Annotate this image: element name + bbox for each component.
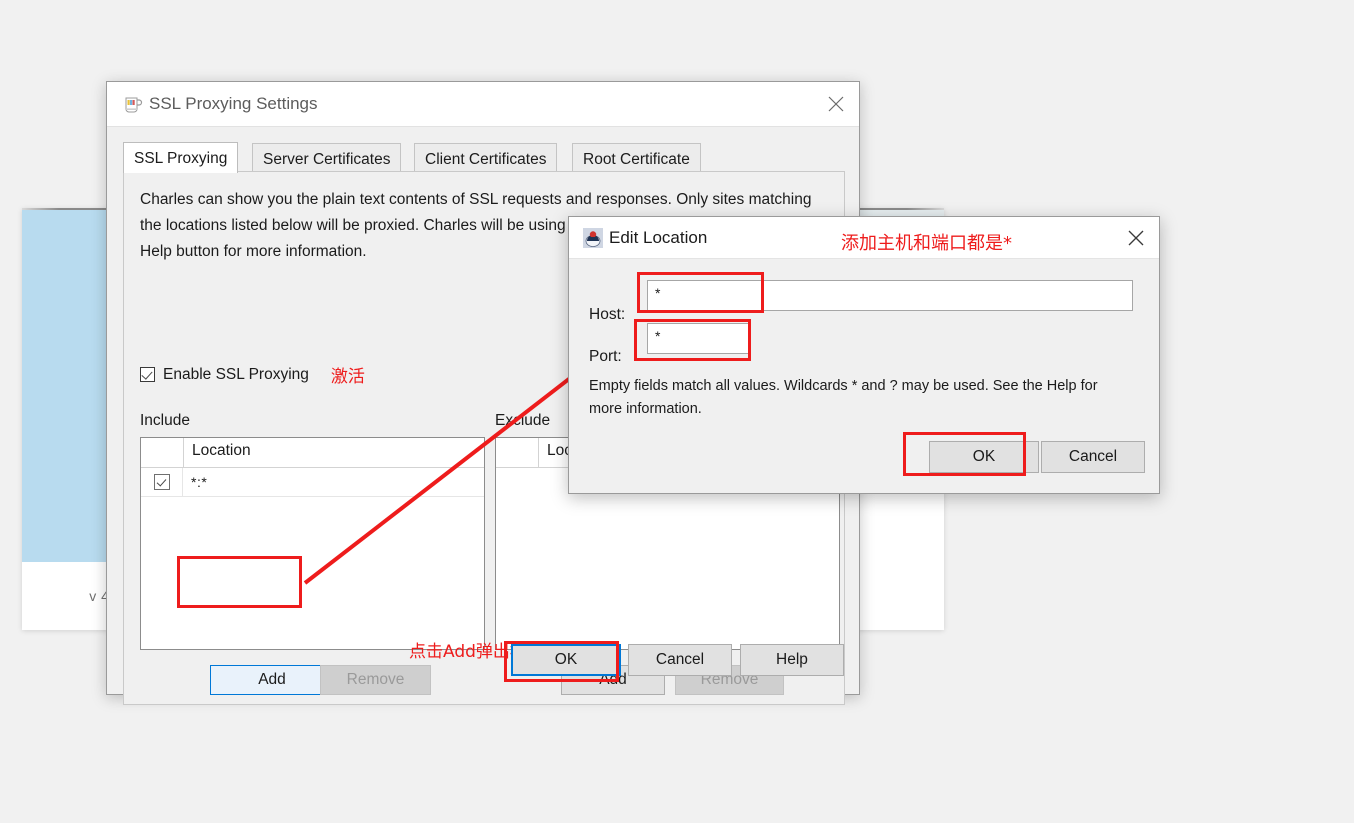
window-title-text: SSL Proxying Settings	[149, 94, 318, 113]
tab-label: Root Certificate	[583, 151, 690, 168]
host-input[interactable]: *	[647, 280, 1133, 311]
tab-root-certificate[interactable]: Root Certificate	[572, 143, 701, 172]
tab-ssl-proxying[interactable]: SSL Proxying	[123, 142, 239, 173]
include-row-checkbox[interactable]	[153, 474, 170, 490]
include-row-checkbox-cell[interactable]	[141, 468, 183, 496]
port-input[interactable]: *	[647, 323, 751, 354]
charles-cup-icon	[122, 94, 143, 115]
help-label: Help	[776, 651, 808, 668]
cancel-label: Cancel	[655, 651, 705, 668]
screenshot-root: ◄ v 4.6.2 SSL Proxying Settings	[0, 0, 1354, 823]
cancel-button[interactable]: Cancel	[628, 644, 732, 676]
java-duke-icon	[583, 228, 603, 248]
enable-ssl-proxying-checkbox[interactable]	[140, 367, 155, 382]
port-label: Port:	[589, 348, 622, 365]
include-remove-button: Remove	[320, 665, 431, 695]
ok-button[interactable]: OK	[511, 644, 621, 676]
edit-location-dialog: Edit Location 添加主机和端口都是* Host: * Port: *…	[568, 216, 1160, 494]
tab-strip: SSL Proxying Server Certificates Client …	[123, 142, 845, 173]
annotation-enable-activate: 激活	[330, 367, 365, 387]
window-title-bar: SSL Proxying Settings	[107, 82, 859, 127]
include-header-check-col	[141, 438, 184, 467]
tab-label: Server Certificates	[263, 151, 391, 168]
enable-ssl-proxying-row[interactable]: Enable SSL Proxying 激活	[140, 362, 365, 387]
include-header-location: Location	[192, 442, 251, 459]
host-input-value: *	[655, 285, 661, 301]
include-location-list[interactable]: Location *:*	[140, 437, 485, 650]
exclude-section-label: Exclude	[495, 412, 551, 429]
close-icon	[1128, 230, 1144, 246]
exclude-header-check-col	[496, 438, 539, 467]
dialog-close-button[interactable]	[1113, 217, 1159, 258]
ok-label: OK	[554, 651, 578, 668]
dialog-title-text: Edit Location	[609, 228, 708, 247]
tab-client-certificates[interactable]: Client Certificates	[414, 143, 558, 172]
annotation-host-port: 添加主机和端口都是*	[841, 233, 1012, 254]
include-list-header: Location	[141, 438, 484, 468]
dialog-help-text: Empty fields match all values. Wildcards…	[589, 378, 1098, 417]
close-icon	[828, 96, 844, 112]
include-row-location: *:*	[191, 474, 208, 490]
include-add-label: Add	[258, 671, 286, 688]
dialog-cancel-label: Cancel	[1068, 448, 1118, 465]
port-input-value: *	[655, 328, 661, 344]
window-close-button[interactable]	[813, 82, 859, 126]
dialog-ok-label: OK	[972, 448, 996, 465]
include-section-label: Include	[140, 412, 190, 429]
host-label: Host:	[589, 306, 626, 323]
dialog-ok-button[interactable]: OK	[929, 441, 1039, 473]
help-button[interactable]: Help	[740, 644, 844, 676]
include-add-button[interactable]: Add	[210, 665, 334, 695]
enable-ssl-proxying-label: Enable SSL Proxying	[163, 365, 309, 383]
tab-label: Client Certificates	[425, 151, 547, 168]
table-row[interactable]: *:*	[141, 468, 484, 497]
tab-label: SSL Proxying	[134, 150, 228, 167]
dialog-title-bar: Edit Location 添加主机和端口都是*	[569, 217, 1159, 259]
annotation-click-add: 点击Add弹出框	[409, 642, 527, 662]
tab-server-certificates[interactable]: Server Certificates	[252, 143, 402, 172]
include-remove-label: Remove	[346, 671, 405, 688]
dialog-cancel-button[interactable]: Cancel	[1041, 441, 1145, 473]
